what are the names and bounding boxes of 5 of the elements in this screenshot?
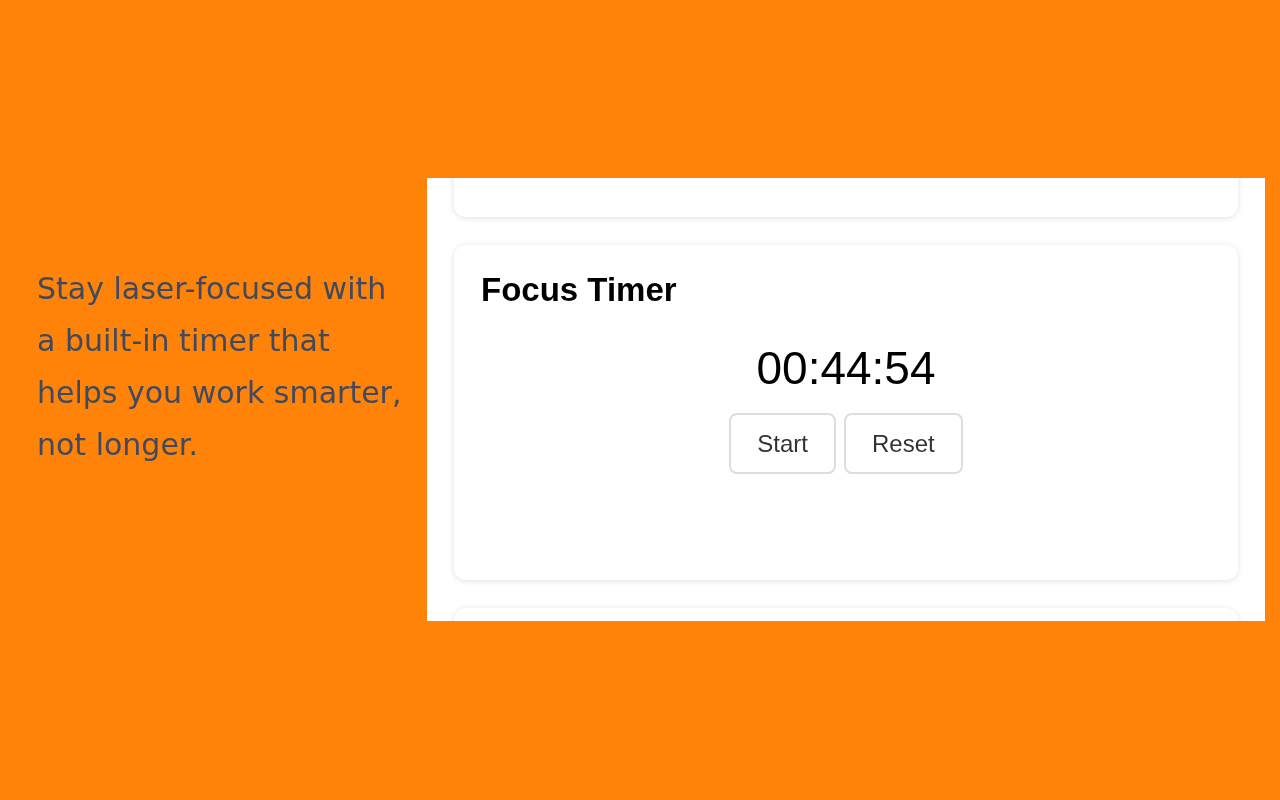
- timer-display: 00:44:54: [756, 341, 936, 395]
- tagline: Stay laser-focused with a built-in timer that helps you work smarter, not longer.: [37, 270, 403, 464]
- card-title: Focus Timer: [481, 271, 678, 309]
- start-button[interactable]: Start: [729, 413, 836, 474]
- reset-button[interactable]: Reset: [844, 413, 963, 474]
